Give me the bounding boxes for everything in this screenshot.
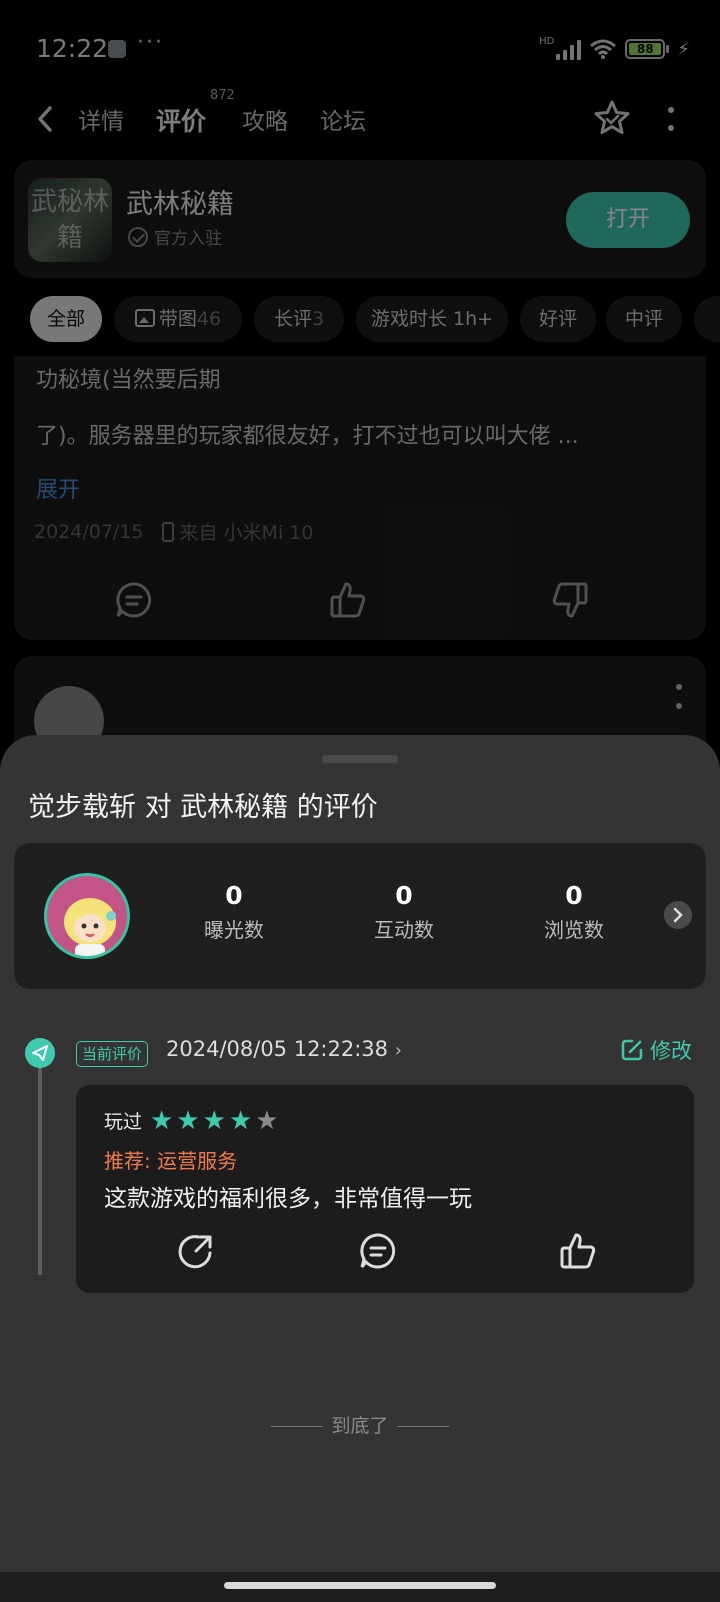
star-filled-icon: ★ — [228, 1105, 253, 1136]
stat-value: 0 — [225, 881, 243, 910]
user-avatar — [44, 873, 130, 959]
system-nav-bar — [0, 1572, 720, 1602]
stats-card[interactable]: 0 曝光数 0 互动数 0 浏览数 — [14, 843, 706, 989]
stat-views: 0 浏览数 — [514, 881, 634, 943]
star-filled-icon: ★ — [150, 1105, 174, 1136]
star-empty-icon: ★ — [255, 1105, 279, 1136]
chevron-right-icon[interactable] — [664, 901, 692, 929]
chevron-right-icon: › — [394, 1040, 402, 1061]
thumbs-up-icon[interactable] — [558, 1231, 598, 1271]
sheet-title: 觉步载斩 对 武林秘籍 的评价 — [28, 792, 378, 823]
stat-label: 曝光数 — [204, 918, 264, 942]
edit-icon — [621, 1039, 643, 1061]
stat-exposure: 0 曝光数 — [174, 881, 294, 943]
drag-handle[interactable] — [322, 755, 398, 763]
paper-plane-icon — [25, 1038, 55, 1068]
played-label: 玩过 — [104, 1111, 143, 1133]
stat-value: 0 — [395, 881, 413, 910]
my-review-sheet: 觉步载斩 对 武林秘籍 的评价 0 曝光数 0 互动数 0 浏览数 当前评价 2… — [0, 735, 720, 1602]
stat-label: 互动数 — [374, 918, 434, 942]
avatar-illustration — [47, 876, 127, 956]
stat-interactions: 0 互动数 — [344, 881, 464, 943]
review-datetime: 2024/08/05 12:22:38 — [166, 1037, 389, 1061]
star-filled-icon: ★ — [176, 1105, 200, 1136]
stat-value: 0 — [565, 881, 583, 910]
end-of-list: 到底了 — [0, 1411, 720, 1438]
review-datetime-link[interactable]: 2024/08/05 12:22:38 › — [166, 1037, 402, 1061]
comment-icon[interactable] — [358, 1231, 398, 1271]
star-filled-icon: ★ — [202, 1105, 226, 1136]
edit-label: 修改 — [650, 1039, 692, 1063]
my-review-card[interactable]: 玩过 ★ ★ ★ ★ ★ 推荐: 运营服务 这款游戏的福利很多，非常值得一玩 — [76, 1085, 694, 1293]
home-indicator[interactable] — [224, 1582, 496, 1589]
current-review-badge: 当前评价 — [76, 1041, 149, 1067]
share-icon[interactable] — [176, 1231, 216, 1271]
recommend-text: 推荐: 运营服务 — [104, 1149, 238, 1173]
stat-label: 浏览数 — [544, 918, 604, 942]
review-text: 这款游戏的福利很多，非常值得一玩 — [104, 1186, 472, 1212]
edit-review-button[interactable]: 修改 — [620, 1035, 692, 1065]
end-text: 到底了 — [331, 1415, 389, 1437]
timeline-line — [38, 1055, 42, 1275]
rating-row: 玩过 ★ ★ ★ ★ ★ — [104, 1107, 279, 1134]
star-rating: ★ ★ ★ ★ ★ — [150, 1108, 279, 1134]
